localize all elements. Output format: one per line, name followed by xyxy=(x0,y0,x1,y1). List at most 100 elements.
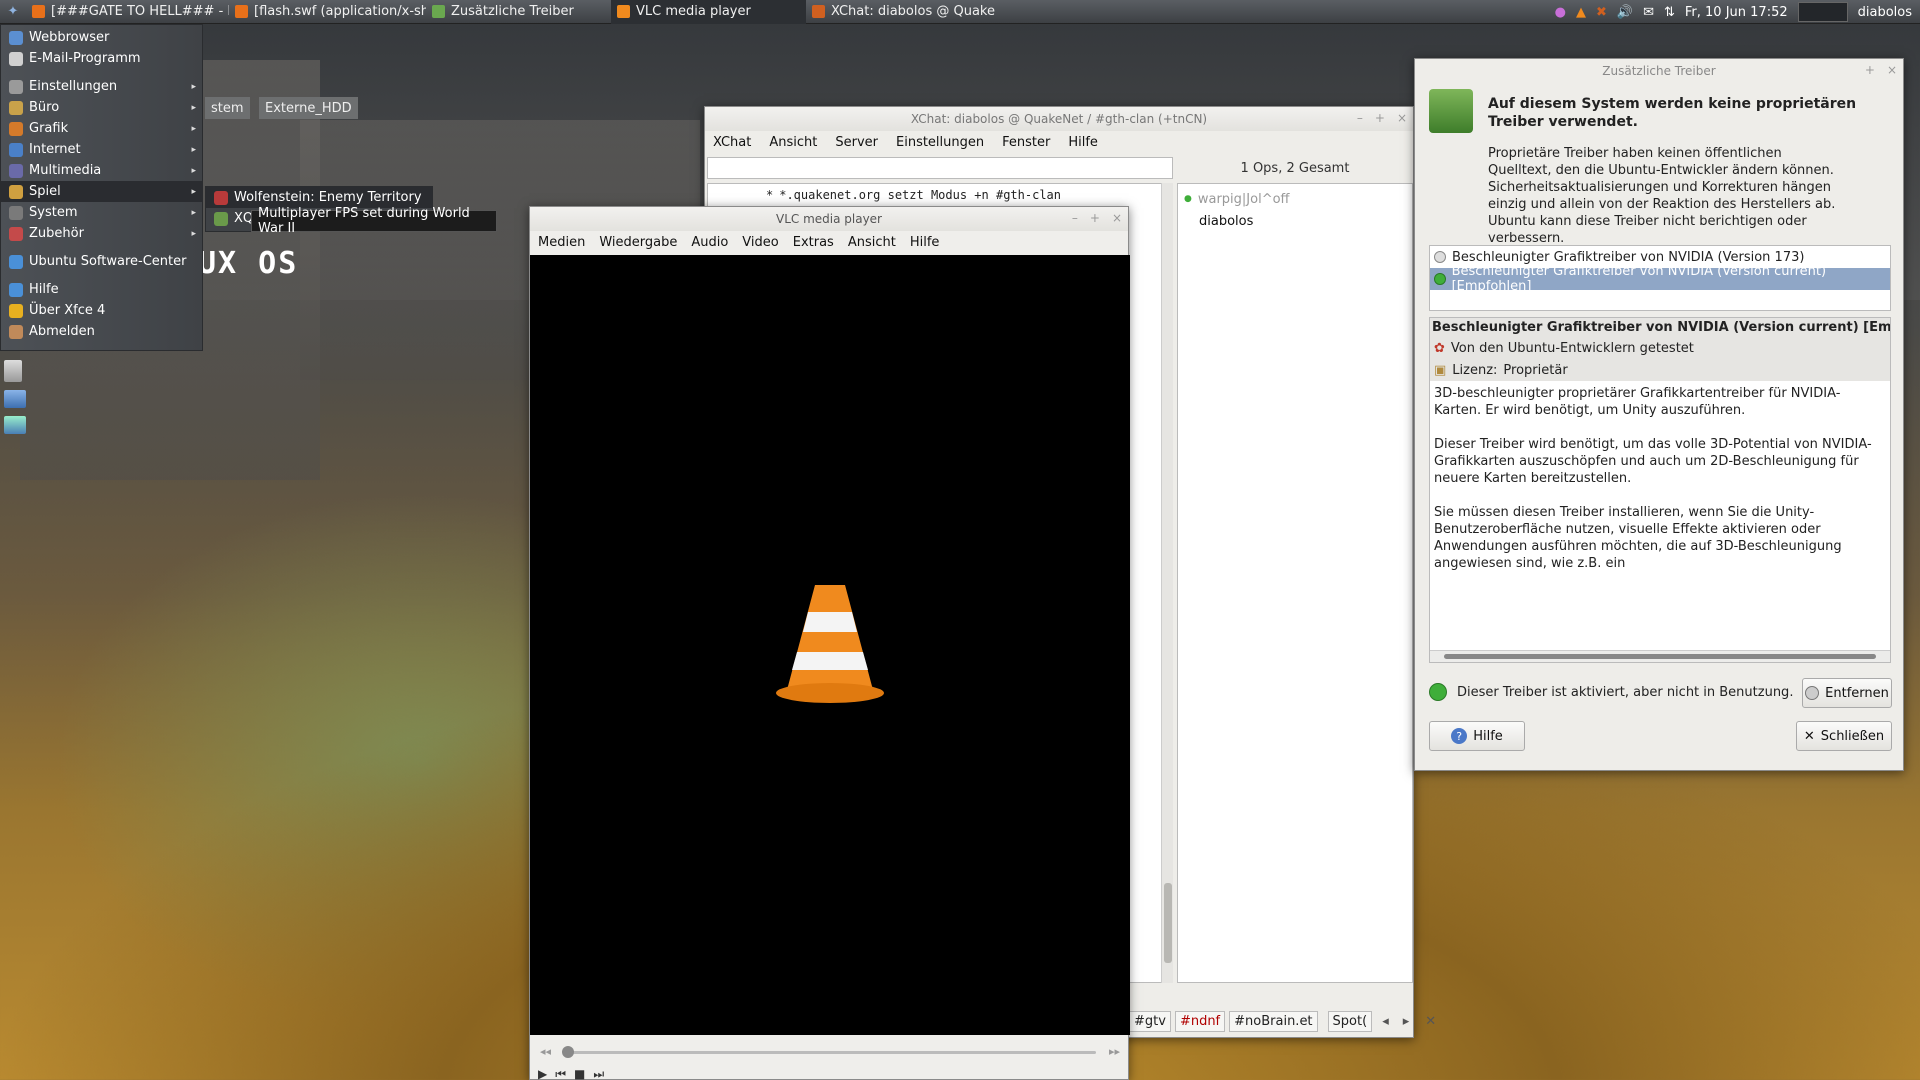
tabs-scroll-right-icon[interactable]: ▸ xyxy=(1403,1014,1410,1029)
folder-icon[interactable] xyxy=(4,390,26,408)
driver-active-icon xyxy=(1429,683,1447,701)
stop-icon[interactable]: ■ xyxy=(574,1067,585,1080)
mail-icon[interactable]: ✉ xyxy=(1643,5,1654,20)
close-icon[interactable]: × xyxy=(1887,63,1897,77)
close-icon[interactable]: × xyxy=(1112,211,1122,225)
help-button[interactable]: ? Hilfe xyxy=(1429,721,1525,751)
drivers-titlebar[interactable]: Zusätzliche Treiber + × xyxy=(1415,59,1903,83)
vlc-window: VLC media player – + × Medien Wiedergabe Aud… xyxy=(529,206,1130,1080)
seek-backward-icon[interactable]: ◂◂ xyxy=(540,1045,551,1058)
submenu-item-wolfenstein[interactable]: Wolfenstein: Enemy Territory xyxy=(206,187,432,208)
taskbar-button[interactable]: XChat: diabolos @ QuakeN... xyxy=(806,0,996,24)
desktop-label-system[interactable]: stem xyxy=(205,97,250,119)
vlc-seek-bar[interactable]: ◂◂ ▸▸ xyxy=(540,1045,1120,1059)
menu-fenster[interactable]: Fenster xyxy=(1002,135,1050,150)
xchat-topic-input[interactable] xyxy=(707,157,1173,179)
menu-item-icon xyxy=(9,254,23,269)
tab-close-icon[interactable]: ✕ xyxy=(1425,1014,1436,1029)
userlist-item[interactable]: ● warpig|Jol^off xyxy=(1184,188,1406,210)
menu-item[interactable]: E-Mail-Programm xyxy=(1,48,202,69)
xchat-tray-icon[interactable]: ✖ xyxy=(1596,5,1607,20)
license-icon: ▣ xyxy=(1434,362,1447,378)
menu-item[interactable]: Büro ▸ xyxy=(1,97,202,118)
xchat-titlebar[interactable]: XChat: diabolos @ QuakeNet / #gth-clan (… xyxy=(705,107,1413,131)
menu-item[interactable]: Zubehör ▸ xyxy=(1,223,202,244)
maximize-icon[interactable]: + xyxy=(1090,211,1100,225)
remove-icon xyxy=(1805,686,1820,700)
menu-xchat[interactable]: XChat xyxy=(713,135,751,150)
desktop-label-externe-hdd[interactable]: Externe_HDD xyxy=(259,97,358,119)
vlc-tray-icon[interactable]: ▲ xyxy=(1576,5,1586,20)
vlc-seek-handle[interactable] xyxy=(562,1046,574,1058)
menu-item[interactable]: Internet ▸ xyxy=(1,139,202,160)
menu-item[interactable]: System ▸ xyxy=(1,202,202,223)
drivers-heading: Auf diesem System werden keine proprietä… xyxy=(1488,96,1857,130)
maximize-icon[interactable]: + xyxy=(1375,111,1385,125)
seek-forward-icon[interactable]: ▸▸ xyxy=(1109,1045,1120,1058)
next-icon[interactable]: ⏭ xyxy=(593,1067,604,1080)
menu-item-label: Internet xyxy=(29,142,81,157)
userlist-item[interactable]: diabolos xyxy=(1184,210,1406,232)
network-icon[interactable]: ⇅ xyxy=(1664,5,1675,20)
menu-item[interactable]: Ubuntu Software-Center xyxy=(1,251,202,272)
menu-ansicht[interactable]: Ansicht xyxy=(848,235,896,250)
remove-button[interactable]: Entfernen xyxy=(1802,678,1892,708)
menu-server[interactable]: Server xyxy=(835,135,878,150)
horizontal-scrollbar-thumb[interactable] xyxy=(1444,654,1876,659)
channel-tab[interactable]: #gtv xyxy=(1129,1010,1171,1032)
vlc-cone-icon xyxy=(776,585,884,703)
trash-icon[interactable] xyxy=(4,360,22,382)
desktop-logo-text: UX OS xyxy=(198,246,299,281)
close-button[interactable]: ✕ Schließen xyxy=(1796,721,1892,751)
menu-wiedergabe[interactable]: Wiedergabe xyxy=(599,235,677,250)
menu-ansicht[interactable]: Ansicht xyxy=(769,135,817,150)
driver-list: Beschleunigter Grafiktreiber von NVIDIA … xyxy=(1429,245,1891,311)
xfce-menu-button[interactable]: ✦ xyxy=(0,0,26,24)
taskbar-button[interactable]: [###GATE TO HELL### - M... xyxy=(26,0,229,24)
xchat-scrollbar[interactable] xyxy=(1161,183,1173,983)
menu-item[interactable]: Über Xfce 4 xyxy=(1,300,202,321)
taskbar-button[interactable]: VLC media player xyxy=(611,0,806,24)
menu-separator xyxy=(1,272,202,279)
tabs-scroll-left-icon[interactable]: ◂ xyxy=(1382,1014,1389,1029)
maximize-icon[interactable]: + xyxy=(1865,63,1875,77)
xchat-scrollbar-thumb[interactable] xyxy=(1164,883,1172,963)
menu-item-icon xyxy=(9,121,23,136)
menu-item[interactable]: Multimedia ▸ xyxy=(1,160,202,181)
menu-hilfe[interactable]: Hilfe xyxy=(1068,135,1098,150)
taskbar-button[interactable]: [flash.swf (application/x-sh... xyxy=(229,0,426,24)
play-icon[interactable]: ▶ xyxy=(538,1067,547,1080)
menu-item[interactable]: Abmelden xyxy=(1,321,202,342)
menu-tooltip: Multiplayer FPS set during World War II xyxy=(251,206,497,236)
vlc-titlebar[interactable]: VLC media player – + × xyxy=(530,207,1128,231)
menu-item[interactable]: Grafik ▸ xyxy=(1,118,202,139)
menu-item[interactable]: Hilfe xyxy=(1,279,202,300)
menu-medien[interactable]: Medien xyxy=(538,235,585,250)
clock[interactable]: Fr, 10 Jun 17:52 xyxy=(1685,5,1788,20)
user-name[interactable]: diabolos xyxy=(1858,5,1912,20)
minimize-icon[interactable]: – xyxy=(1072,211,1078,225)
minimize-icon[interactable]: – xyxy=(1357,111,1363,125)
menu-audio[interactable]: Audio xyxy=(691,235,728,250)
menu-extras[interactable]: Extras xyxy=(793,235,834,250)
vlc-video-area[interactable] xyxy=(530,255,1130,1035)
menu-item[interactable]: Webbrowser xyxy=(1,27,202,48)
menu-hilfe[interactable]: Hilfe xyxy=(910,235,940,250)
taskbar-button[interactable]: Zusätzliche Treiber xyxy=(426,0,611,24)
menu-item[interactable]: Spiel ▸ xyxy=(1,181,202,202)
channel-tab-highlighted[interactable]: #ndnf xyxy=(1174,1010,1226,1032)
volume-icon[interactable]: 🔊 xyxy=(1617,5,1633,20)
notification-icon[interactable]: ● xyxy=(1555,5,1566,20)
menu-video[interactable]: Video xyxy=(742,235,778,250)
workspace-switcher[interactable] xyxy=(1797,2,1848,22)
previous-icon[interactable]: ⏮ xyxy=(555,1067,566,1080)
close-icon[interactable]: × xyxy=(1397,111,1407,125)
menu-item[interactable]: Einstellungen ▸ xyxy=(1,76,202,97)
channel-tab[interactable]: Spot( xyxy=(1327,1010,1373,1032)
menu-einstellungen[interactable]: Einstellungen xyxy=(896,135,984,150)
detail-horizontal-scrollbar[interactable] xyxy=(1430,650,1890,662)
driver-list-item-selected[interactable]: Beschleunigter Grafiktreiber von NVIDIA … xyxy=(1430,264,1890,294)
drive-icon[interactable] xyxy=(4,416,26,434)
channel-tab[interactable]: #noBrain.et xyxy=(1229,1010,1318,1032)
submenu-arrow-icon: ▸ xyxy=(191,186,196,197)
